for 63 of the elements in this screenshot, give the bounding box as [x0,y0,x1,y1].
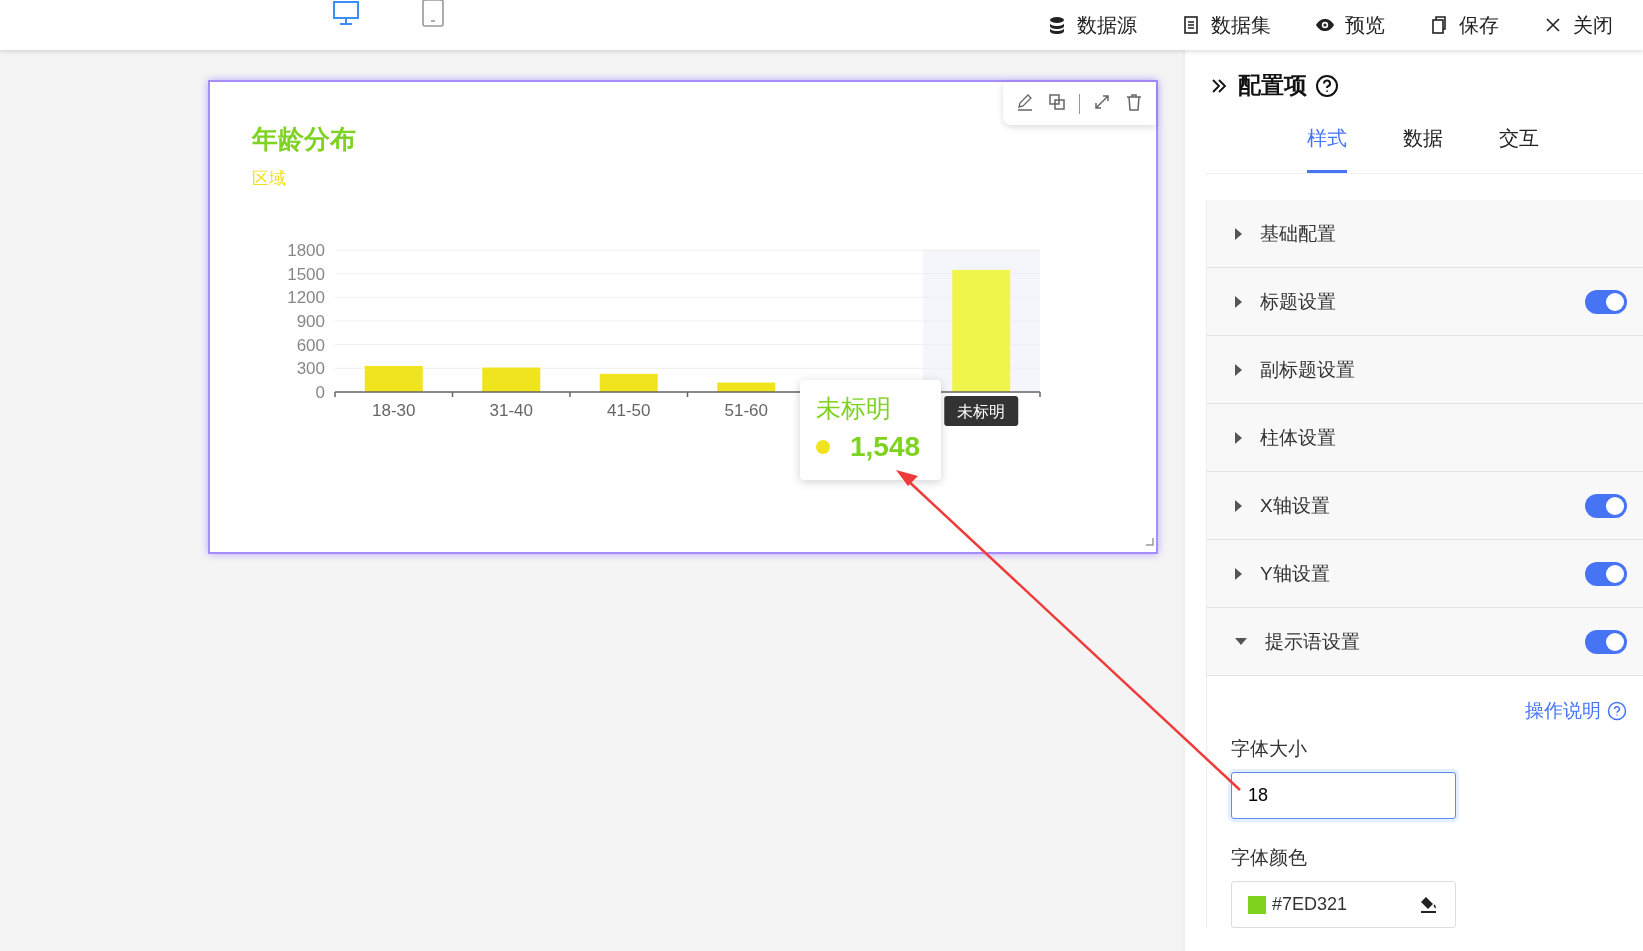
bar [364,365,423,392]
section-header[interactable]: 基础配置 [1206,200,1643,268]
y-tick-label: 900 [296,312,325,331]
axis-pointer-text: 未标明 [957,403,1006,420]
y-tick-label: 600 [296,335,325,355]
toggle-switch[interactable] [1585,289,1627,314]
section-header[interactable]: 标题设置 [1206,268,1643,336]
font-size-field[interactable]: 18 [1231,772,1456,819]
tooltip-value: 1,548 [850,431,921,463]
resize-handle-icon [1145,537,1154,546]
section-header[interactable]: X轴设置 [1206,472,1643,540]
trash-icon [1124,92,1144,112]
section-header[interactable]: Y轴设置 [1206,540,1643,608]
tab[interactable]: 样式 [1307,125,1347,173]
tab[interactable]: 交互 [1499,125,1539,173]
bar [482,367,541,392]
y-tick-label: 1500 [287,264,325,284]
toolbar-button[interactable]: 预览 [1315,11,1385,39]
panel-title: 配置项 [1238,71,1307,100]
toolbar-button[interactable]: 保存 [1429,11,1499,39]
help-icon [1607,701,1627,721]
field-label: 字体颜色 [1231,846,1308,870]
caret-right-icon [1235,295,1242,308]
toggle-switch[interactable] [1585,561,1627,586]
caret-down-icon [1235,638,1247,645]
toolbar-button[interactable]: 数据集 [1181,11,1271,39]
bar [717,382,776,392]
section-header[interactable]: 副标题设置 [1206,336,1643,404]
pencil-icon [1015,92,1035,112]
section-header[interactable]: 提示语设置 [1206,608,1643,676]
copy-icon [1429,15,1449,35]
x-tick-label: 31-40 [489,401,533,420]
caret-right-icon [1235,227,1242,240]
section-header[interactable]: 柱体设置 [1206,404,1643,472]
caret-right-icon [1235,499,1242,512]
series-dot [816,440,830,454]
x-tick-label: 41-50 [607,401,651,420]
tooltip-title: 未标明 [816,393,892,424]
toggle-switch[interactable] [1585,493,1627,518]
y-tick-label: 1200 [287,288,325,308]
help-link[interactable]: 操作说明 [1525,698,1601,724]
list-icon [1181,15,1201,35]
caret-right-icon [1235,567,1242,580]
field-label: 字体大小 [1231,737,1308,761]
toolbar-button[interactable]: 数据源 [1047,11,1137,39]
color-field[interactable]: #7ED321 [1231,881,1456,928]
x-tick-label: 18-30 [372,401,416,420]
toggle-switch[interactable] [1585,629,1627,654]
database-icon [1047,15,1067,35]
chart-title: 年龄分布 [252,123,357,156]
copy-icon [1047,92,1067,112]
chart-subtitle: 区域 [252,168,287,190]
help-icon [1315,73,1339,98]
toolbar-button[interactable]: 关闭 [1543,11,1613,39]
x-tick-label: 51-60 [724,401,768,420]
caret-right-icon [1235,431,1242,444]
y-tick-label: 300 [296,359,325,379]
caret-right-icon [1235,363,1242,376]
tab[interactable]: 数据 [1403,125,1443,173]
y-tick-label: 0 [315,383,325,402]
expand-icon [1092,92,1112,112]
paint-bucket-icon [1419,894,1439,915]
y-tick-label: 1800 [287,241,325,260]
